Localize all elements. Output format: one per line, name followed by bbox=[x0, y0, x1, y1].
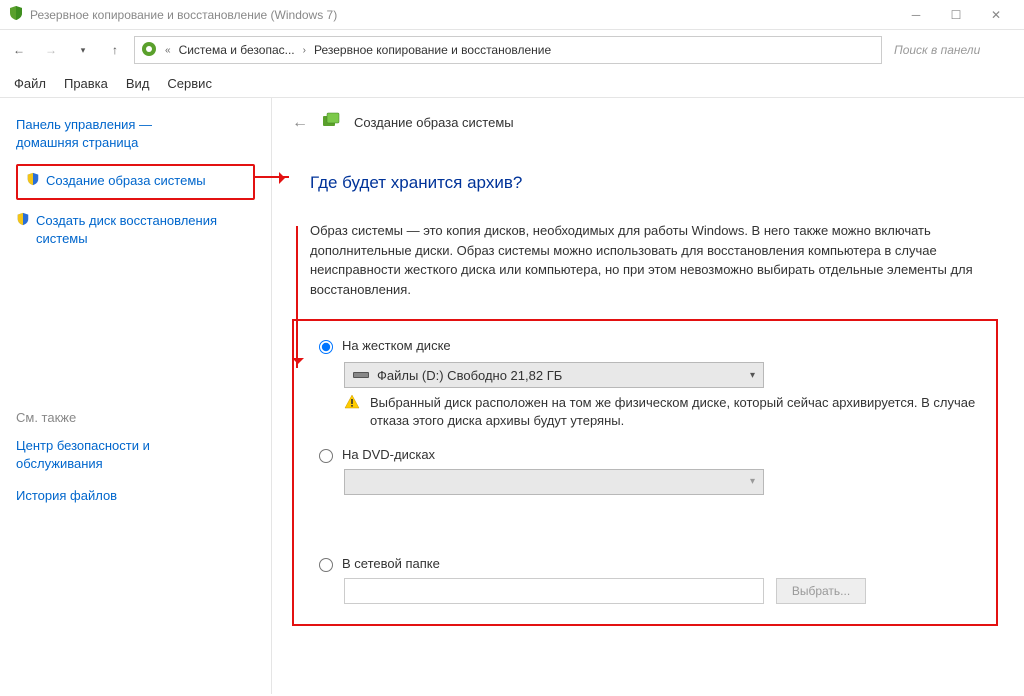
wizard-question: Где будет хранится архив? bbox=[310, 173, 1000, 193]
highlight-box-create-image: Создание образа системы bbox=[16, 164, 255, 199]
radio-network-input[interactable] bbox=[319, 558, 333, 572]
radio-hard-disk-label: На жестком диске bbox=[342, 338, 451, 353]
back-button[interactable]: ← bbox=[6, 37, 32, 63]
shield-icon bbox=[8, 5, 24, 24]
sidebar-create-image-link[interactable]: Создание образа системы bbox=[26, 172, 245, 191]
disk-warning: Выбранный диск расположен на том же физи… bbox=[344, 394, 976, 430]
radio-hard-disk[interactable]: На жестком диске bbox=[314, 337, 976, 354]
sidebar-home-line1: Панель управления — bbox=[16, 117, 152, 132]
maximize-button[interactable]: ☐ bbox=[936, 0, 976, 30]
browse-button[interactable]: Выбрать... bbox=[776, 578, 866, 604]
menu-edit[interactable]: Правка bbox=[64, 76, 108, 91]
dvd-select[interactable]: ▾ bbox=[344, 469, 764, 495]
navigation-toolbar: ← → ▾ ↑ « Система и безопас... › Резервн… bbox=[0, 30, 1024, 70]
option-hard-disk: На жестком диске Файлы (D:) Свободно 21,… bbox=[314, 337, 976, 430]
main-title: Создание образа системы bbox=[354, 115, 514, 130]
sidebar-create-image-label: Создание образа системы bbox=[46, 172, 206, 190]
warning-icon bbox=[344, 394, 360, 430]
shield-icon bbox=[26, 172, 40, 191]
disk-warning-text: Выбранный диск расположен на том же физи… bbox=[370, 394, 976, 430]
window-title: Резервное копирование и восстановление (… bbox=[30, 8, 337, 22]
highlight-box-options: На жестком диске Файлы (D:) Свободно 21,… bbox=[292, 319, 998, 626]
sidebar-security-link[interactable]: Центр безопасности и обслуживания bbox=[16, 437, 255, 473]
annotation-arrow-down bbox=[296, 226, 298, 368]
network-path-input[interactable] bbox=[344, 578, 764, 604]
sidebar: Панель управления — домашняя страница Со… bbox=[0, 98, 272, 694]
sidebar-home-line2: домашняя страница bbox=[16, 135, 138, 150]
system-image-icon bbox=[322, 112, 340, 133]
sidebar-create-disc-line2: системы bbox=[36, 231, 88, 246]
menu-file[interactable]: Файл bbox=[14, 76, 46, 91]
sidebar-create-disc-link[interactable]: Создать диск восстановления системы bbox=[16, 212, 255, 248]
main-header: ← Создание образа системы bbox=[292, 112, 1000, 133]
main-panel: ← Создание образа системы Где будет хран… bbox=[272, 98, 1024, 694]
radio-network[interactable]: В сетевой папке bbox=[314, 555, 976, 572]
forward-button[interactable]: → bbox=[38, 37, 64, 63]
radio-dvd-input[interactable] bbox=[319, 449, 333, 463]
disk-select[interactable]: Файлы (D:) Свободно 21,82 ГБ ▾ bbox=[344, 362, 764, 388]
window-controls: ─ ☐ ✕ bbox=[896, 0, 1016, 30]
breadcrumb-part-2[interactable]: Резервное копирование и восстановление bbox=[314, 43, 551, 57]
up-button[interactable]: ↑ bbox=[102, 37, 128, 63]
recent-dropdown[interactable]: ▾ bbox=[70, 37, 96, 63]
sidebar-home-link[interactable]: Панель управления — домашняя страница bbox=[16, 116, 255, 152]
radio-dvd-label: На DVD-дисках bbox=[342, 447, 435, 462]
menu-view[interactable]: Вид bbox=[126, 76, 150, 91]
sidebar-create-disc-line1: Создать диск восстановления bbox=[36, 213, 217, 228]
sidebar-history-label: История файлов bbox=[16, 487, 117, 505]
control-panel-icon bbox=[141, 41, 157, 60]
chevron-down-icon: ▾ bbox=[750, 370, 755, 381]
option-dvd: На DVD-дисках ▾ bbox=[314, 446, 976, 495]
titlebar: Резервное копирование и восстановление (… bbox=[0, 0, 1024, 30]
minimize-button[interactable]: ─ bbox=[896, 0, 936, 30]
menubar: Файл Правка Вид Сервис bbox=[0, 70, 1024, 98]
shield-icon bbox=[16, 212, 30, 231]
hard-disk-icon bbox=[353, 368, 369, 383]
sidebar-security-line2: обслуживания bbox=[16, 456, 103, 471]
radio-hard-disk-input[interactable] bbox=[319, 340, 333, 354]
search-input[interactable]: Поиск в панели bbox=[888, 36, 1018, 64]
chevron-down-icon: ▾ bbox=[750, 476, 755, 487]
chevron-left-icon: « bbox=[163, 45, 173, 56]
radio-dvd[interactable]: На DVD-дисках bbox=[314, 446, 976, 463]
chevron-right-icon: › bbox=[301, 45, 308, 56]
sidebar-history-link[interactable]: История файлов bbox=[16, 487, 255, 505]
back-arrow-icon[interactable]: ← bbox=[292, 114, 308, 132]
menu-service[interactable]: Сервис bbox=[167, 76, 212, 91]
address-bar[interactable]: « Система и безопас... › Резервное копир… bbox=[134, 36, 882, 64]
wizard-description: Образ системы — это копия дисков, необхо… bbox=[310, 221, 992, 299]
see-also-title: См. также bbox=[16, 410, 255, 425]
option-network: В сетевой папке Выбрать... bbox=[314, 555, 976, 604]
content-area: Панель управления — домашняя страница Со… bbox=[0, 98, 1024, 694]
sidebar-security-line1: Центр безопасности и bbox=[16, 438, 150, 453]
close-button[interactable]: ✕ bbox=[976, 0, 1016, 30]
see-also-section: См. также Центр безопасности и обслужива… bbox=[16, 410, 255, 520]
disk-select-value: Файлы (D:) Свободно 21,82 ГБ bbox=[377, 368, 562, 383]
breadcrumb-part-1[interactable]: Система и безопас... bbox=[179, 43, 295, 57]
radio-network-label: В сетевой папке bbox=[342, 556, 440, 571]
